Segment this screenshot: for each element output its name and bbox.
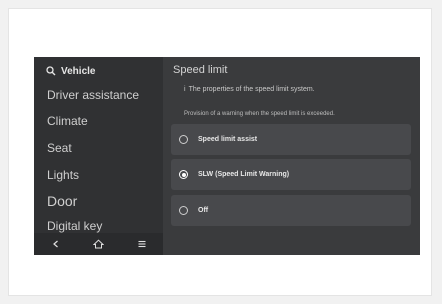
option-speed-limit-assist[interactable]: Speed limit assist [171, 124, 411, 155]
option-off[interactable]: Off [171, 195, 411, 226]
sidebar-item-digital-key[interactable]: Digital key [47, 219, 102, 233]
option-label: SLW (Speed Limit Warning) [198, 171, 290, 178]
sidebar-item-driver-assistance[interactable]: Driver assistance [47, 88, 139, 102]
sidebar: Vehicle Driver assistance Climate Seat L… [34, 57, 163, 255]
panel-title: Speed limit [173, 64, 228, 76]
home-icon[interactable] [89, 234, 109, 254]
sidebar-item-seat[interactable]: Seat [47, 141, 72, 155]
radio-button[interactable] [179, 206, 188, 215]
radio-button[interactable] [179, 135, 188, 144]
sidebar-item-lights[interactable]: Lights [47, 168, 79, 182]
option-label: Off [198, 207, 209, 214]
sidebar-item-door[interactable]: Door [47, 193, 77, 209]
panel-subtext: Provision of a warning when the speed li… [184, 111, 335, 117]
option-slw[interactable]: SLW (Speed Limit Warning) [171, 159, 411, 190]
menu-icon[interactable] [132, 234, 152, 254]
search-icon [46, 66, 56, 76]
bottom-nav-bar [34, 233, 163, 255]
back-icon[interactable] [46, 234, 66, 254]
search-field[interactable]: Vehicle [46, 64, 95, 78]
info-marker: i [184, 86, 186, 93]
radio-button-selected[interactable] [179, 170, 188, 179]
option-label: Speed limit assist [198, 136, 258, 143]
search-label: Vehicle [61, 65, 96, 77]
infotainment-screen: Vehicle Driver assistance Climate Seat L… [34, 57, 420, 255]
panel-description: i The properties of the speed limit syst… [184, 86, 315, 93]
sidebar-item-climate[interactable]: Climate [47, 114, 88, 128]
description-text: The properties of the speed limit system… [188, 86, 315, 93]
